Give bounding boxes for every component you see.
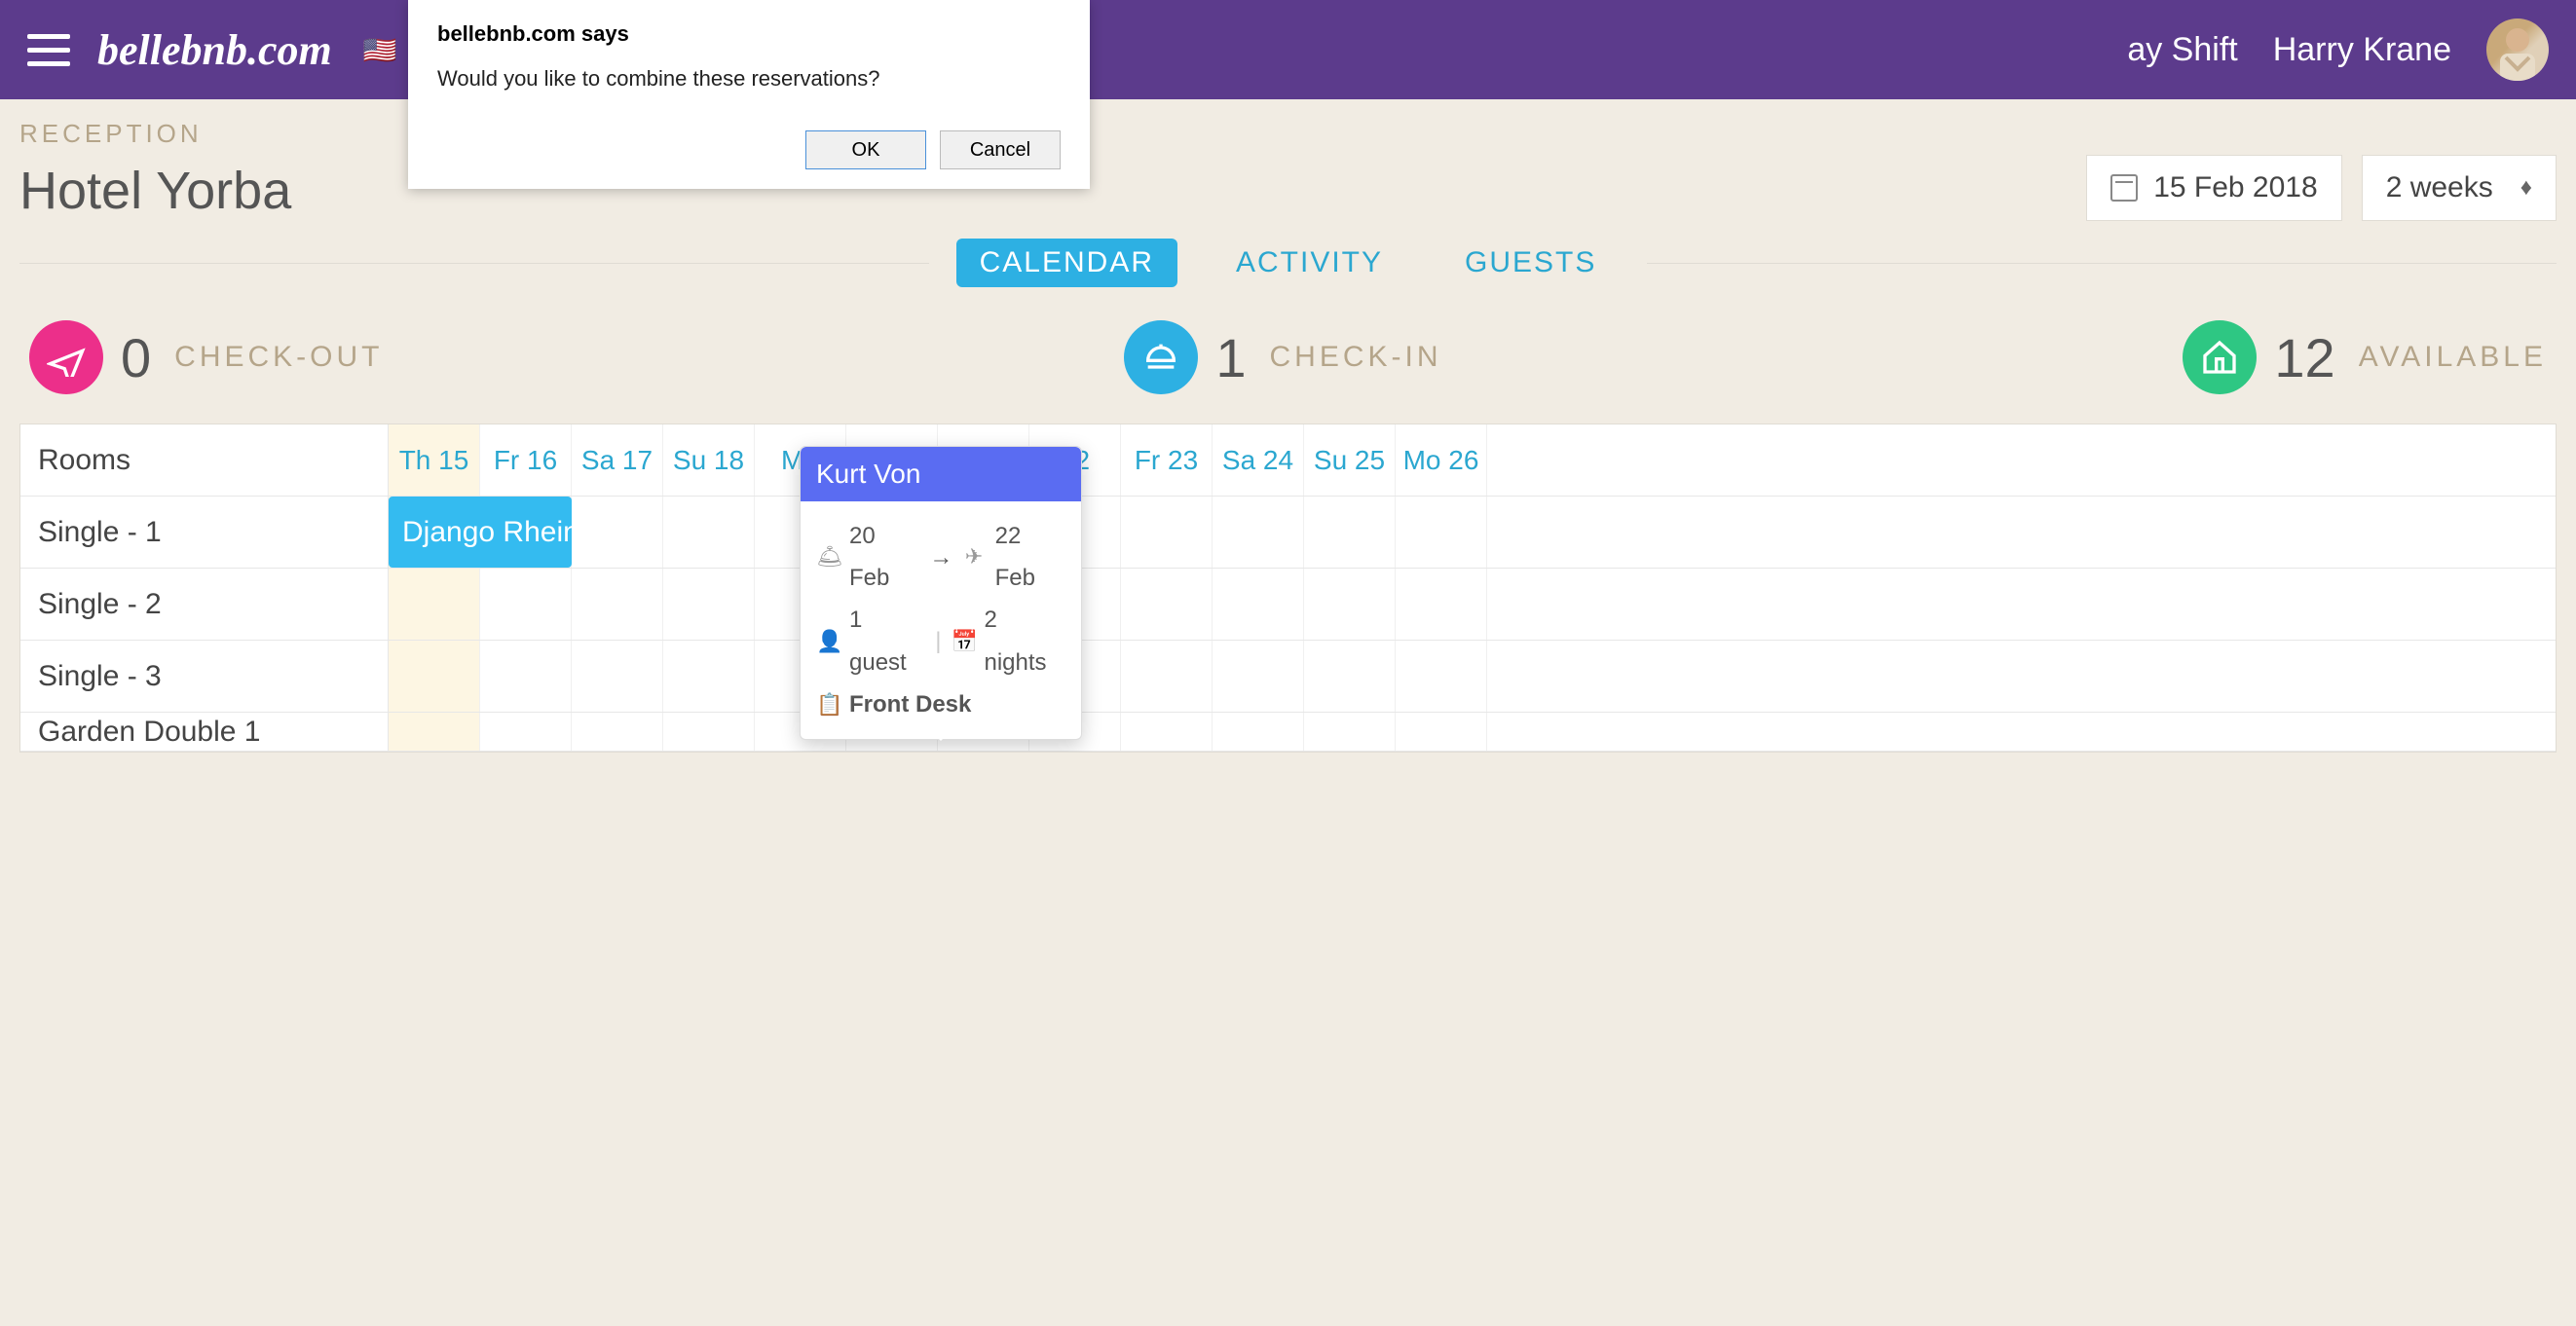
stat-checkout[interactable]: 0 CHECK-OUT — [29, 320, 384, 394]
range-picker[interactable]: 2 weeks ♦ — [2362, 155, 2557, 221]
ok-button[interactable]: OK — [805, 130, 926, 169]
stat-available[interactable]: 12 AVAILABLE — [2183, 320, 2547, 394]
stat-checkin[interactable]: 1 CHECK-IN — [1124, 320, 1441, 394]
shift-label[interactable]: ay Shift — [2127, 31, 2237, 69]
room-label: Single - 2 — [20, 569, 389, 640]
day-header[interactable]: Mo 26 — [1396, 424, 1487, 496]
date-picker[interactable]: 15 Feb 2018 — [2086, 155, 2341, 221]
logo[interactable]: bellebnb.com — [97, 25, 332, 75]
day-header[interactable]: Su 25 — [1304, 424, 1396, 496]
page-title: Hotel Yorba — [19, 161, 291, 221]
day-header[interactable]: Th 15 — [389, 424, 480, 496]
tab-calendar[interactable]: CALENDAR — [956, 239, 1177, 287]
dialog-title: bellebnb.com says — [437, 21, 1061, 47]
range-value: 2 weeks — [2386, 171, 2493, 204]
room-label: Garden Double 1 — [20, 713, 389, 751]
booking-django[interactable]: Django Rheinha — [389, 497, 572, 568]
popover-source: Front Desk — [849, 683, 971, 725]
user-name[interactable]: Harry Krane — [2273, 31, 2451, 69]
room-label: Single - 1 — [20, 497, 389, 568]
tabs: CALENDAR ACTIVITY GUESTS — [956, 239, 1621, 287]
note-icon: 📋 — [816, 685, 840, 724]
tab-guests[interactable]: GUESTS — [1441, 239, 1620, 287]
popover-title: Kurt Von — [801, 447, 1081, 501]
tab-activity[interactable]: ACTIVITY — [1213, 239, 1406, 287]
booking-popover: Kurt Von 🛎 20 Feb → ✈ 22 Feb 👤 1 guest |… — [800, 446, 1082, 740]
menu-icon[interactable] — [27, 34, 70, 66]
calendar-grid: Rooms Th 15 Fr 16 Sa 17 Su 18 Mo 22 Fr 2… — [19, 424, 2557, 753]
confirm-dialog: bellebnb.com says Would you like to comb… — [408, 0, 1090, 189]
plane-icon — [29, 320, 103, 394]
avatar[interactable] — [2486, 18, 2549, 81]
date-value: 15 Feb 2018 — [2153, 171, 2317, 204]
dialog-message: Would you like to combine these reservat… — [437, 66, 1061, 92]
day-header[interactable]: Fr 23 — [1121, 424, 1213, 496]
calendar-icon: 📅 — [951, 622, 974, 661]
home-icon — [2183, 320, 2257, 394]
day-header[interactable]: Sa 17 — [572, 424, 663, 496]
calendar-icon — [2110, 174, 2138, 202]
rooms-header: Rooms — [20, 424, 389, 496]
day-header[interactable]: Su 18 — [663, 424, 755, 496]
plane-icon: ✈ — [962, 537, 985, 576]
day-header[interactable]: Fr 16 — [480, 424, 572, 496]
chevron-updown-icon: ♦ — [2520, 174, 2532, 202]
room-label: Single - 3 — [20, 641, 389, 712]
day-header[interactable]: Sa 24 — [1213, 424, 1304, 496]
section-label: RECEPTION — [19, 119, 2557, 149]
bell-icon: 🛎 — [816, 537, 840, 576]
person-icon: 👤 — [816, 622, 840, 661]
bell-icon — [1124, 320, 1198, 394]
cancel-button[interactable]: Cancel — [940, 130, 1061, 169]
topbar: bellebnb.com 🇺🇸 ay Shift Harry Krane — [0, 0, 2576, 99]
locale-flag-icon[interactable]: 🇺🇸 — [363, 34, 397, 66]
